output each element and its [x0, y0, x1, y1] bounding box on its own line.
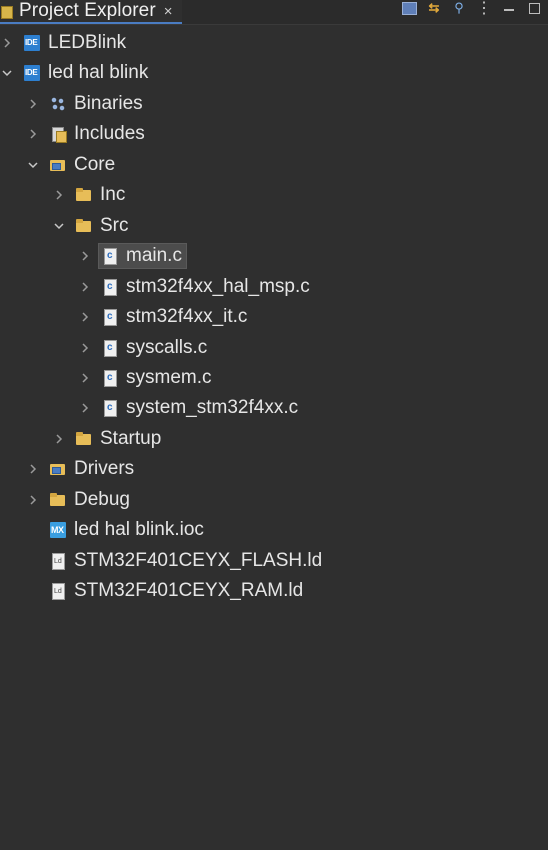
tree-item-label: led hal blink.ioc [74, 519, 204, 541]
chevron-right-icon[interactable] [54, 434, 64, 444]
tree-item-label: Startup [100, 427, 162, 449]
tree-item-led-hal-blink-ioc[interactable]: MX led hal blink.ioc [0, 516, 548, 544]
tree-item-sysmem-c[interactable]: c sysmem.c [0, 364, 548, 392]
chevron-down-icon[interactable] [54, 221, 64, 231]
c-file-icon: c [102, 248, 118, 266]
chevron-right-icon[interactable] [2, 38, 12, 48]
chevron-right-icon[interactable] [80, 282, 90, 292]
c-file-icon: c [102, 369, 118, 387]
close-icon[interactable]: × [164, 4, 173, 19]
chevron-right-icon[interactable] [80, 403, 90, 413]
tree-item-ledblink[interactable]: IDE LEDBlink [0, 29, 548, 57]
source-folder-icon [50, 157, 66, 173]
folder-icon [76, 187, 92, 203]
minimize-icon [504, 9, 514, 11]
ioc-file-icon: MX [50, 522, 66, 539]
linker-script-icon: Ld [50, 552, 66, 570]
chevron-right-icon[interactable] [80, 251, 90, 261]
tree-item-src[interactable]: Src [0, 212, 548, 240]
tree-item-label: stm32f4xx_it.c [126, 306, 248, 328]
folder-icon [76, 218, 92, 234]
chevron-right-icon[interactable] [80, 342, 90, 353]
chevron-down-icon[interactable] [28, 160, 38, 170]
collapse-all-icon [401, 1, 417, 15]
chevron-down-icon[interactable] [2, 68, 12, 78]
chevron-right-icon[interactable] [28, 464, 38, 474]
includes-icon [50, 126, 67, 144]
view-toolbar: ⇆ ⚲ ⋮ [401, 0, 542, 17]
tree-item-stm32f4xx-hal-msp-c[interactable]: c stm32f4xx_hal_msp.c [0, 273, 548, 301]
tree-item-drivers[interactable]: Drivers [0, 455, 548, 483]
tree-item-debug[interactable]: Debug [0, 486, 548, 514]
binaries-icon [50, 96, 66, 112]
project-icon: IDE [24, 35, 40, 51]
tree-item-led-hal-blink[interactable]: IDE led hal blink [0, 59, 548, 87]
tree-item-binaries[interactable]: Binaries [0, 90, 548, 118]
tree-item-label: LEDBlink [48, 32, 127, 53]
c-file-icon: c [102, 278, 118, 296]
minimize-button[interactable] [501, 1, 517, 15]
tree-item-label: stm32f4xx_hal_msp.c [126, 275, 310, 297]
tree-item-includes[interactable]: Includes [0, 120, 548, 148]
chevron-right-icon[interactable] [80, 312, 90, 322]
tree-item-system-stm32f4xx-c[interactable]: c system_stm32f4xx.c [0, 394, 548, 422]
project-icon: IDE [24, 65, 40, 82]
tree-item-core[interactable]: Core [0, 151, 548, 179]
link-with-editor-button[interactable]: ⇆ [426, 0, 442, 15]
tree-item-syscalls-c[interactable]: c syscalls.c [0, 334, 548, 362]
source-folder-icon [50, 461, 66, 477]
tree-item-label: sysmem.c [126, 366, 212, 388]
tree-item-stm32f4xx-it-c[interactable]: c stm32f4xx_it.c [0, 303, 548, 331]
tab-project-explorer[interactable]: Project Explorer × [0, 0, 182, 24]
collapse-all-button[interactable] [401, 1, 417, 15]
view-tab-bar: Project Explorer × ⇆ ⚲ ⋮ [0, 0, 548, 25]
tree-item-label: syscalls.c [126, 336, 208, 358]
tree-item-main-c[interactable]: c main.c [0, 242, 548, 270]
view-menu-button[interactable]: ⋮ [476, 0, 492, 17]
tree-item-label: Src [100, 214, 129, 236]
tree-item-label: Drivers [74, 458, 135, 480]
tree-item-inc[interactable]: Inc [0, 181, 548, 209]
folder-icon [50, 492, 66, 508]
maximize-icon [528, 2, 540, 14]
chevron-right-icon[interactable] [28, 99, 38, 109]
tree-item-label: STM32F401CEYX_FLASH.ld [74, 549, 323, 571]
tree-item-label: Debug [74, 488, 130, 510]
tab-title: Project Explorer [19, 0, 156, 21]
maximize-button[interactable] [526, 1, 542, 15]
tree-item-startup[interactable]: Startup [0, 425, 548, 453]
chevron-right-icon[interactable] [54, 190, 64, 200]
tree-item-label: led hal blink [48, 62, 149, 84]
tree-item-label: Inc [100, 184, 126, 206]
project-explorer-icon [1, 4, 13, 19]
chevron-right-icon[interactable] [80, 373, 90, 383]
chevron-right-icon[interactable] [28, 495, 38, 505]
linker-script-icon: Ld [50, 583, 66, 601]
tree-item-label: STM32F401CEYX_RAM.ld [74, 580, 304, 602]
folder-icon [76, 431, 92, 447]
tree-item-label: system_stm32f4xx.c [126, 397, 299, 419]
chevron-right-icon[interactable] [28, 129, 38, 139]
tree-item-label: Core [74, 153, 116, 175]
tree-item-label: Includes [74, 123, 145, 145]
tree-item-label: Binaries [74, 92, 143, 114]
c-file-icon: c [102, 309, 118, 327]
tree-item-stm32f401ceyx-ram-ld[interactable]: Ld STM32F401CEYX_RAM.ld [0, 577, 548, 605]
c-file-icon: c [102, 400, 118, 418]
filter-button[interactable]: ⚲ [451, 0, 467, 15]
tree-item-label: main.c [126, 245, 182, 267]
tree-item-stm32f401ceyx-flash-ld[interactable]: Ld STM32F401CEYX_FLASH.ld [0, 547, 548, 575]
c-file-icon: c [102, 339, 118, 357]
